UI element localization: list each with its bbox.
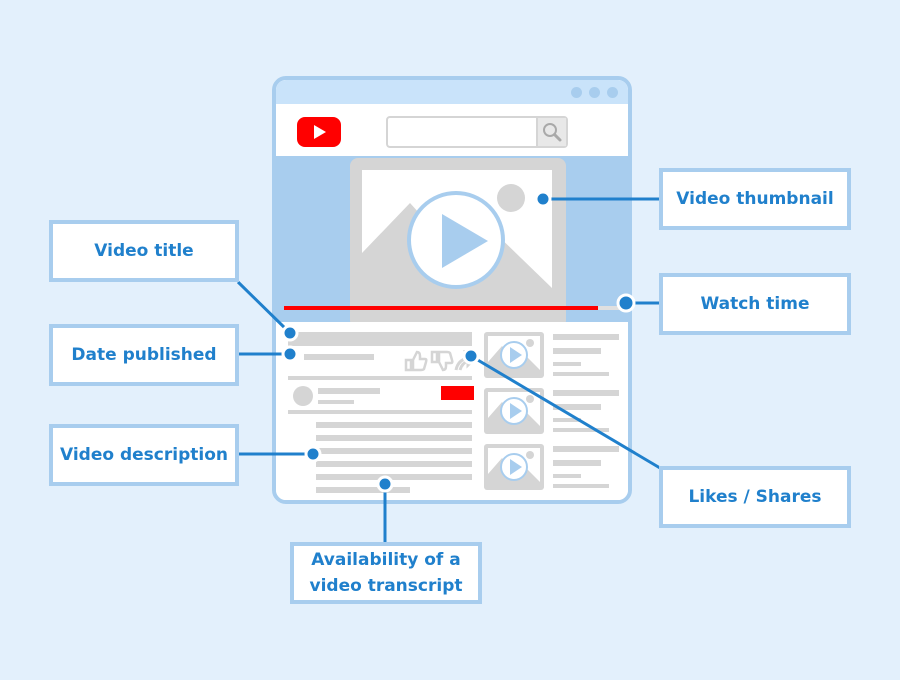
thumbs-down-icon [430,350,454,372]
watch-progress-fill [284,306,599,310]
youtube-logo-icon[interactable] [297,117,341,147]
window-titlebar [276,80,628,104]
callout-likes-shares: Likes / Shares [659,466,851,528]
callout-video-description: Video description [49,424,239,486]
related-video-item[interactable] [484,444,624,494]
window-dot-icon [589,87,600,98]
divider [288,376,472,380]
transcript-line [316,487,410,493]
callout-watch-time: Watch time [659,273,851,335]
related-video-thumbnail[interactable] [484,332,544,378]
callout-video-title: Video title [49,220,239,282]
browser-window-mockup [272,76,632,504]
thumbs-up-icon [404,350,428,372]
video-thumbnail[interactable] [350,158,566,328]
related-meta-line [553,372,609,376]
related-meta-line [553,362,581,366]
search-input[interactable] [386,116,568,148]
description-line [316,422,472,428]
related-video-thumbnail[interactable] [484,444,544,490]
related-meta-line [553,428,609,432]
related-title-line [553,390,619,396]
video-player-area [276,156,628,328]
divider [288,410,472,414]
search-button[interactable] [536,118,566,146]
date-published-placeholder [304,354,374,360]
related-video-thumbnail[interactable] [484,388,544,434]
share-arrow-icon [454,350,477,371]
related-meta-line [553,474,581,478]
image-placeholder-icon [488,336,540,370]
callout-transcript: Availability of a video transcript [290,542,482,604]
related-title-line [553,446,619,452]
related-title-line [553,348,601,354]
related-title-line [553,404,601,410]
image-placeholder-icon [488,392,540,426]
related-video-item[interactable] [484,388,624,438]
video-info-area [276,322,628,500]
video-title-placeholder [288,332,472,346]
related-meta-line [553,418,581,422]
description-line [316,474,472,480]
related-meta-line [553,484,609,488]
description-line [316,448,472,454]
callout-date-published: Date published [49,324,239,386]
subscribe-button[interactable] [441,386,474,400]
related-title-line [553,334,619,340]
description-line [316,435,472,441]
engagement-icons [404,350,477,372]
related-title-line [553,460,601,466]
image-placeholder-icon [488,448,540,482]
site-header [276,104,628,156]
window-dot-icon [571,87,582,98]
window-dot-icon [607,87,618,98]
subscriber-count-placeholder [318,400,354,404]
channel-name-placeholder [318,388,380,394]
image-placeholder-icon [362,170,552,289]
channel-avatar[interactable] [293,386,313,406]
callout-video-thumbnail: Video thumbnail [659,168,851,230]
watch-progress-bar[interactable] [284,306,622,310]
related-video-item[interactable] [484,332,624,382]
magnifier-icon [543,123,562,142]
description-line [316,461,472,467]
play-triangle-icon [314,125,326,139]
